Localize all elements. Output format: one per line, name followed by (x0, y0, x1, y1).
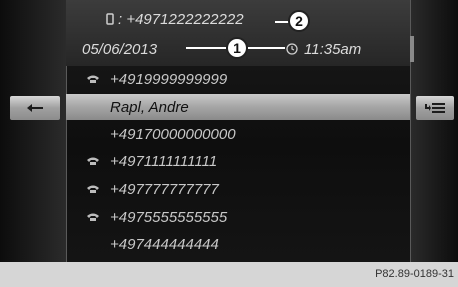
list-item[interactable]: +49170000000000 (66, 121, 410, 147)
list-item-selected[interactable]: Rapl, Andre (66, 94, 410, 120)
back-arrow-icon (27, 104, 43, 112)
list-item-label: +4919999999999 (110, 70, 228, 88)
phone-icon (87, 75, 99, 83)
screen: : +4971222222222 05/06/2013 11:35am 2 1 … (0, 0, 458, 262)
list-item-label: +4975555555555 (110, 208, 228, 226)
list-item-label: +49170000000000 (110, 125, 236, 143)
callout-leader (248, 47, 285, 49)
mobile-phone-icon (106, 13, 114, 25)
right-panel (410, 0, 458, 262)
scrollbar[interactable] (410, 36, 414, 62)
list-item[interactable]: +4971111111111 (66, 148, 410, 174)
list-item-label: +4971111111111 (110, 152, 218, 170)
left-panel (0, 0, 66, 262)
list-item-label: +497777777777 (110, 180, 219, 198)
callout-1: 1 (226, 37, 248, 59)
callout-leader (275, 21, 289, 23)
list-options-icon (425, 103, 445, 113)
list-item[interactable]: +497444444444 (66, 231, 410, 257)
list-item[interactable]: +497777777777 (66, 176, 410, 202)
callout-2: 2 (288, 10, 310, 32)
call-list: : +4971222222222 05/06/2013 11:35am 2 1 … (66, 0, 410, 262)
phone-icon (87, 213, 99, 221)
list-item-label: Rapl, Andre (110, 98, 189, 116)
back-button[interactable] (10, 96, 60, 120)
callout-leader (186, 47, 226, 49)
phone-icon (87, 185, 99, 193)
call-time: 11:35am (304, 41, 362, 58)
header-number: : +4971222222222 (118, 11, 244, 28)
figure-footer: P82.89-0189-31 (0, 262, 458, 287)
options-button[interactable] (416, 96, 454, 120)
phone-icon (87, 157, 99, 165)
list-item[interactable]: +4975555555555 (66, 204, 410, 230)
figure-code: P82.89-0189-31 (375, 268, 454, 280)
clock-icon (286, 43, 298, 55)
list-item-label: +497444444444 (110, 235, 219, 253)
list-item[interactable]: +4919999999999 (66, 66, 410, 92)
call-date: 05/06/2013 (82, 41, 158, 58)
